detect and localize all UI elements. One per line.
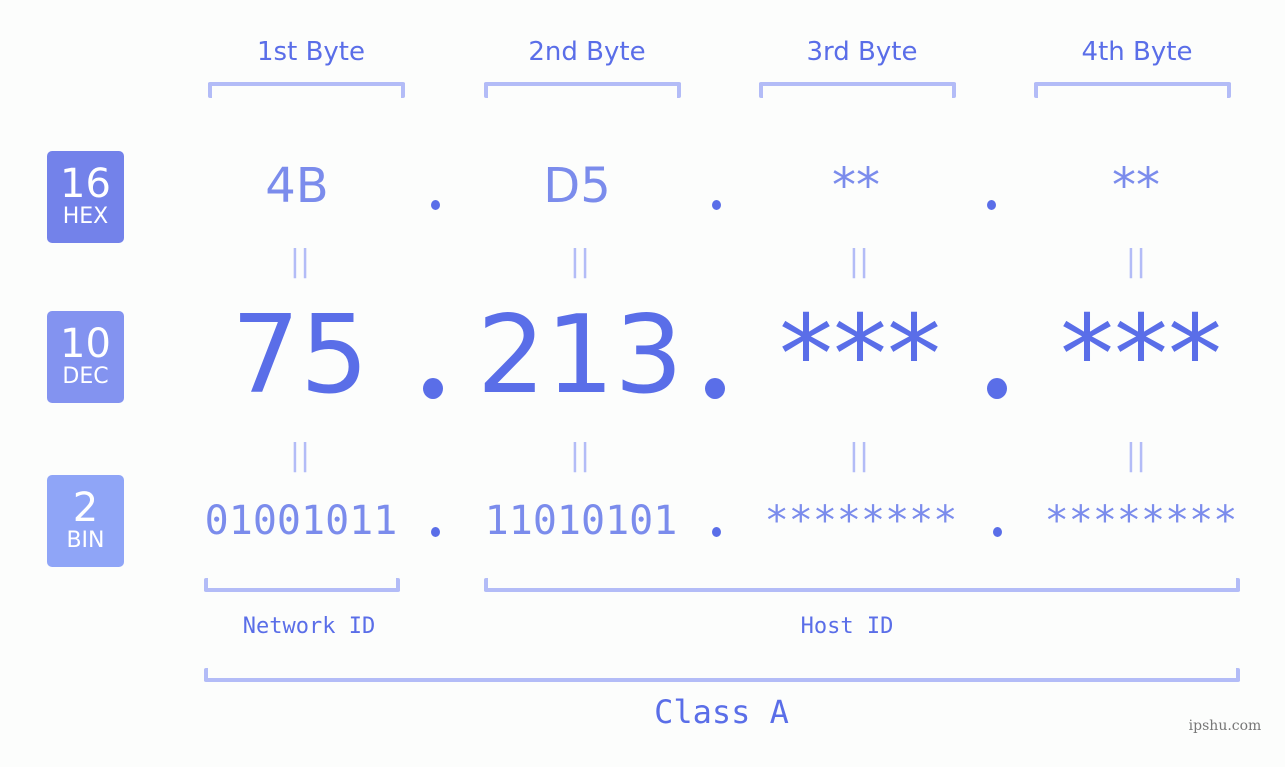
- network-id-bracket: [204, 578, 400, 592]
- byte-label-4: 4th Byte: [1081, 37, 1193, 67]
- hex-separator-dot: [987, 200, 996, 210]
- watermark: ipshu.com: [1188, 718, 1262, 734]
- equals-icon: ||: [289, 244, 311, 279]
- hex-badge-number: 16: [60, 161, 111, 207]
- host-id-bracket: [484, 578, 1240, 592]
- class-bracket: [204, 668, 1240, 682]
- bin-badge-number: 2: [72, 485, 99, 531]
- dec-value-2: 213: [476, 293, 684, 418]
- byte-bracket-2: [484, 82, 681, 98]
- hex-value-2: D5: [543, 158, 611, 214]
- byte-label-2: 2nd Byte: [528, 37, 646, 67]
- dec-separator-dot: [423, 378, 443, 399]
- hex-separator-dot: [431, 200, 440, 210]
- dec-value-3: ***: [779, 293, 941, 418]
- equals-icon: ||: [848, 438, 870, 473]
- equals-icon: ||: [848, 244, 870, 279]
- dec-separator-dot: [987, 378, 1007, 399]
- bin-badge-abbr: BIN: [66, 528, 105, 553]
- host-id-label: Host ID: [800, 614, 894, 639]
- bin-badge: 2 BIN: [47, 475, 124, 567]
- equals-icon: ||: [289, 438, 311, 473]
- dec-value-4: ***: [1060, 293, 1222, 418]
- equals-icon: ||: [569, 244, 591, 279]
- bin-value-2: 11010101: [484, 498, 678, 544]
- network-id-label: Network ID: [242, 614, 376, 639]
- byte-bracket-4: [1034, 82, 1231, 98]
- byte-label-1: 1st Byte: [257, 37, 365, 67]
- hex-badge: 16 HEX: [47, 151, 124, 243]
- hex-separator-dot: [712, 200, 721, 210]
- bin-separator-dot: [712, 527, 721, 537]
- dec-value-1: 75: [231, 293, 369, 418]
- dec-separator-dot: [705, 378, 725, 399]
- dec-badge: 10 DEC: [47, 311, 124, 403]
- hex-value-3: **: [832, 158, 880, 214]
- dec-badge-abbr: DEC: [62, 364, 109, 389]
- bin-value-4: ********: [1044, 498, 1238, 544]
- byte-label-3: 3rd Byte: [806, 37, 918, 67]
- hex-value-4: **: [1112, 158, 1160, 214]
- hex-value-1: 4B: [265, 158, 329, 214]
- hex-badge-abbr: HEX: [62, 204, 109, 229]
- bin-value-1: 01001011: [204, 498, 398, 544]
- equals-icon: ||: [1125, 438, 1147, 473]
- bin-value-3: ********: [764, 498, 958, 544]
- byte-bracket-1: [208, 82, 405, 98]
- class-label: Class A: [654, 693, 789, 731]
- equals-icon: ||: [1125, 244, 1147, 279]
- bin-separator-dot: [993, 527, 1002, 537]
- bin-separator-dot: [431, 527, 440, 537]
- dec-badge-number: 10: [60, 321, 111, 367]
- equals-icon: ||: [569, 438, 591, 473]
- byte-bracket-3: [759, 82, 956, 98]
